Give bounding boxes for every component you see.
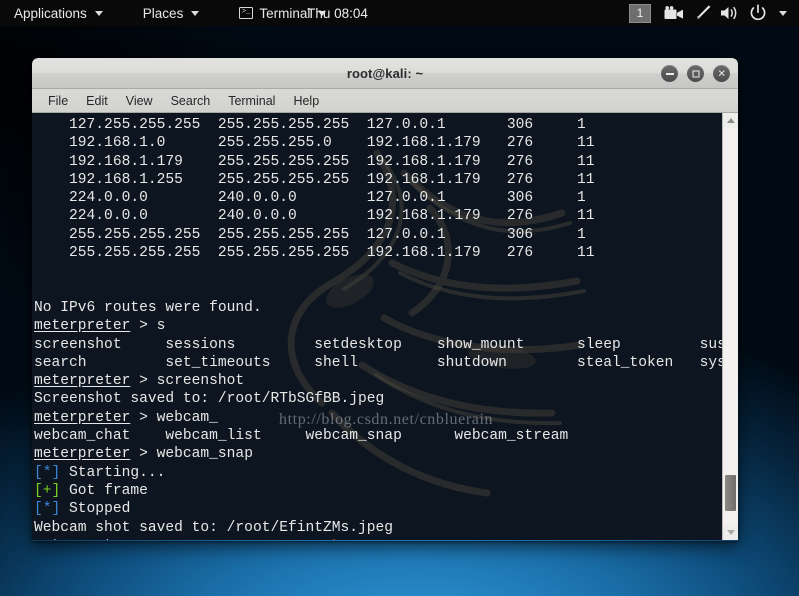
meterpreter-prompt: meterpreter <box>34 446 131 463</box>
meterpreter-prompt: meterpreter <box>34 409 131 426</box>
places-label: Places <box>142 5 184 21</box>
terminal-line: [+] Got frame <box>34 482 148 499</box>
workspace-indicator[interactable]: 1 <box>629 3 651 23</box>
terminal-line: Screenshot saved to: /root/RTbSGfBB.jpeg <box>34 391 385 408</box>
chevron-down-icon <box>779 10 787 16</box>
terminal-line: meterpreter > webcam_ <box>34 409 218 426</box>
top-panel: Applications Places >_ Terminal Thu 08:0… <box>0 0 799 26</box>
scroll-down-button[interactable] <box>723 525 738 540</box>
terminal-line: webcam_chat webcam_list webcam_snap webc… <box>34 428 569 445</box>
menu-places[interactable]: Places <box>134 0 209 26</box>
chevron-down-icon <box>726 530 735 535</box>
close-button[interactable] <box>713 65 730 82</box>
menu-item-search[interactable]: Search <box>163 92 219 110</box>
meterpreter-prompt: meterpreter <box>34 538 130 540</box>
terminal-line: [*] Starting... <box>34 464 166 481</box>
minimize-button[interactable] <box>661 65 678 82</box>
scroll-up-button[interactable] <box>723 113 738 128</box>
power-icon[interactable] <box>745 0 771 26</box>
terminal-line: meterpreter > <box>34 537 722 540</box>
terminal-line: 192.168.1.255 255.255.255.255 192.168.1.… <box>34 171 595 188</box>
terminal-line: 255.255.255.255 255.255.255.255 192.168.… <box>34 245 595 262</box>
terminal-line: search set_timeouts shell shutdown steal… <box>34 354 722 371</box>
terminal-line: 127.255.255.255 255.255.255.255 127.0.0.… <box>34 117 586 133</box>
window-menubar: File Edit View Search Terminal Help <box>32 89 738 113</box>
status-marker-info: [*] <box>34 464 61 481</box>
terminal-output: 127.255.255.255 255.255.255.255 127.0.0.… <box>32 113 722 540</box>
menu-item-help[interactable]: Help <box>285 92 327 110</box>
system-tray: 1 <box>629 0 791 26</box>
terminal-icon: >_ <box>239 7 254 19</box>
video-camera-icon[interactable] <box>661 0 687 26</box>
status-marker-info: [*] <box>34 501 61 518</box>
terminal-line: screenshot sessions setdesktop show_moun… <box>34 336 722 353</box>
chevron-down-icon <box>318 10 327 16</box>
desktop: Applications Places >_ Terminal Thu 08:0… <box>0 0 799 596</box>
maximize-icon <box>692 70 699 77</box>
window-controls <box>661 58 730 89</box>
chevron-down-icon <box>94 10 103 16</box>
terminal-line: No IPv6 routes were found. <box>34 299 262 316</box>
menu-terminal[interactable]: >_ Terminal <box>230 0 335 26</box>
volume-icon[interactable] <box>717 0 743 26</box>
window-titlebar[interactable]: root@kali: ~ <box>32 58 738 89</box>
tray-chevron-down-icon[interactable] <box>773 0 791 26</box>
terminal-scrollbar[interactable] <box>722 113 738 540</box>
terminal-line: 192.168.1.179 255.255.255.255 192.168.1.… <box>34 153 595 170</box>
terminal-line: meterpreter > screenshot <box>34 373 245 390</box>
meterpreter-prompt: meterpreter <box>34 373 131 390</box>
terminal-body: 127.255.255.255 255.255.255.255 127.0.0.… <box>32 113 738 540</box>
network-icon[interactable] <box>689 0 715 26</box>
terminal-line: 192.168.1.0 255.255.255.0 192.168.1.179 … <box>34 135 595 152</box>
terminal-line: meterpreter > s <box>34 318 166 335</box>
terminal-line: 255.255.255.255 255.255.255.255 127.0.0.… <box>34 226 586 243</box>
maximize-button[interactable] <box>687 65 704 82</box>
terminal-line: [*] Stopped <box>34 501 131 518</box>
terminal-window: root@kali: ~ File Edit View Search Termi… <box>32 58 738 541</box>
menu-item-file[interactable]: File <box>40 92 76 110</box>
menu-item-edit[interactable]: Edit <box>78 92 116 110</box>
chevron-down-icon <box>191 10 200 16</box>
scrollbar-thumb[interactable] <box>725 475 736 511</box>
status-marker-ok: [+] <box>34 482 61 499</box>
meterpreter-prompt: meterpreter <box>34 318 131 335</box>
terminal-line: meterpreter > webcam_snap <box>34 446 253 463</box>
terminal-line: Webcam shot saved to: /root/EfintZMs.jpe… <box>34 519 394 536</box>
menu-item-view[interactable]: View <box>118 92 161 110</box>
menu-applications[interactable]: Applications <box>0 0 112 26</box>
terminal-viewport[interactable]: 127.255.255.255 255.255.255.255 127.0.0.… <box>32 113 722 540</box>
window-title: root@kali: ~ <box>346 65 424 81</box>
close-icon <box>717 69 726 78</box>
terminal-line: 224.0.0.0 240.0.0.0 127.0.0.1 306 1 <box>34 190 586 207</box>
menu-item-terminal[interactable]: Terminal <box>220 92 283 110</box>
applications-label: Applications <box>14 5 87 21</box>
terminal-line: 224.0.0.0 240.0.0.0 192.168.1.179 276 11 <box>34 208 595 225</box>
terminal-label: Terminal <box>259 5 311 21</box>
minimize-icon <box>665 72 674 75</box>
chevron-up-icon <box>726 118 735 123</box>
